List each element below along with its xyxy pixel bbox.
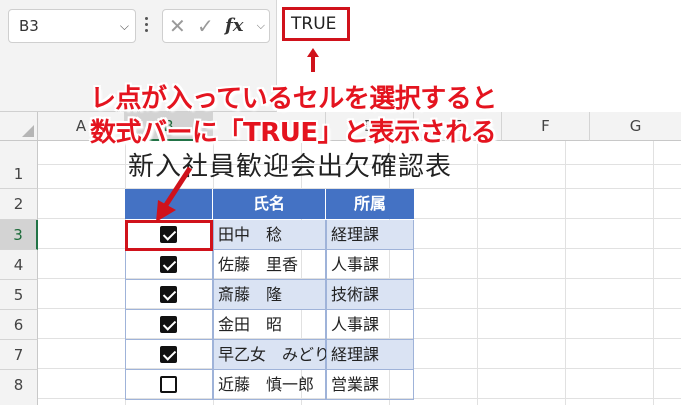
checkbox-cell[interactable] xyxy=(125,370,213,400)
chevron-down-icon[interactable]: ⌵ xyxy=(257,19,265,33)
header-name: 氏名 xyxy=(213,189,326,219)
checkbox-cell[interactable] xyxy=(125,310,213,340)
row-header-5[interactable]: 5 xyxy=(0,280,38,310)
name-cell[interactable]: 早乙女 みどり xyxy=(213,340,330,370)
name-cell[interactable]: 金田 昭 xyxy=(213,310,326,340)
row-header-2[interactable]: 2 xyxy=(0,189,38,220)
checkbox-unchecked[interactable] xyxy=(160,376,177,393)
name-cell[interactable]: 佐藤 里香 xyxy=(213,250,326,280)
checkbox-cell[interactable] xyxy=(125,280,213,310)
callout-line-1: レ点が入っているセルを選択すると xyxy=(90,84,497,114)
select-all-corner[interactable] xyxy=(0,112,38,141)
chevron-down-icon[interactable]: ⌵ xyxy=(120,10,129,42)
row-header-7[interactable]: 7 xyxy=(0,340,38,370)
dept-cell[interactable]: 人事課 xyxy=(326,250,414,280)
dept-cell[interactable]: 営業課 xyxy=(326,370,414,400)
arrow-down-left-icon xyxy=(156,166,193,222)
row-header-8[interactable]: 8 xyxy=(0,370,38,405)
cancel-icon[interactable]: ✕ xyxy=(169,14,186,38)
row-header-1[interactable]: 1 xyxy=(0,141,38,189)
name-box-value: B3 xyxy=(19,17,39,35)
checkbox-checked[interactable] xyxy=(160,346,177,363)
column-header-g[interactable]: G xyxy=(590,112,681,141)
checkbox-checked[interactable] xyxy=(160,316,177,333)
checkbox-checked[interactable] xyxy=(160,256,177,273)
row-header-3[interactable]: 3 xyxy=(0,220,38,250)
checkbox-cell[interactable] xyxy=(125,250,213,280)
checkbox-checked[interactable] xyxy=(160,286,177,303)
dept-cell[interactable]: 経理課 xyxy=(326,340,414,370)
arrow-up-icon xyxy=(307,48,319,72)
name-box[interactable]: B3 ⌵ xyxy=(8,9,136,43)
row-header-4[interactable]: 4 xyxy=(0,250,38,280)
formula-bar-value: TRUE xyxy=(282,7,350,41)
column-header-f[interactable]: F xyxy=(502,112,590,141)
more-options-icon[interactable] xyxy=(143,14,149,38)
dept-cell[interactable]: 経理課 xyxy=(326,220,414,250)
header-dept: 所属 xyxy=(326,189,414,219)
highlight-box xyxy=(125,220,213,251)
insert-function-icon[interactable]: fx xyxy=(225,15,243,36)
enter-check-icon[interactable]: ✓ xyxy=(197,14,214,38)
row-header-6[interactable]: 6 xyxy=(0,310,38,340)
name-cell[interactable]: 田中 稔 xyxy=(213,220,326,250)
callout-line-2: 数式バーに「TRUE」と表示される xyxy=(90,118,497,148)
checkbox-cell[interactable] xyxy=(125,340,213,370)
dept-cell[interactable]: 技術課 xyxy=(326,280,414,310)
formula-buttons: ✕ ✓ fx ⌵ xyxy=(162,9,270,43)
name-cell[interactable]: 近藤 慎一郎 xyxy=(213,370,326,400)
dept-cell[interactable]: 人事課 xyxy=(326,310,414,340)
name-cell[interactable]: 斎藤 隆 xyxy=(213,280,326,310)
